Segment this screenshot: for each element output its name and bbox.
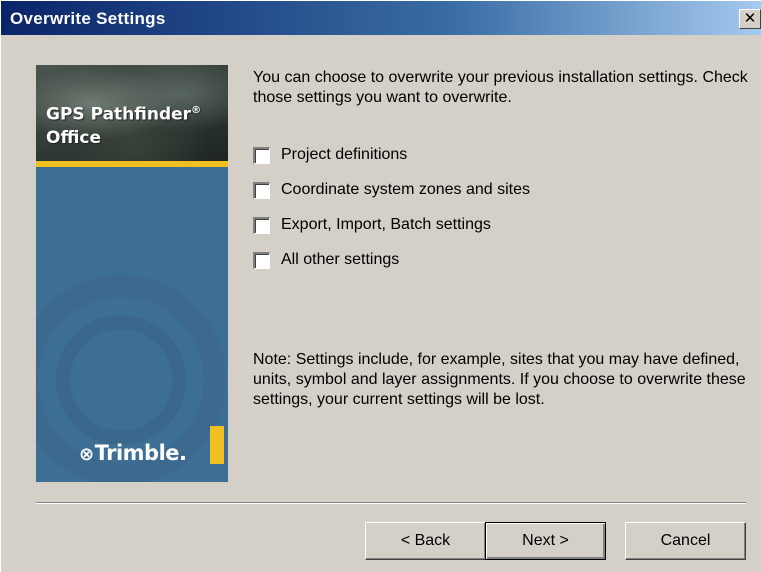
option-all-other[interactable]: All other settings <box>253 250 530 285</box>
title-bar[interactable]: Overwrite Settings ✕ <box>1 1 761 35</box>
product-banner: GPS Pathfinder® Office ⊗Trimble. <box>36 65 228 482</box>
product-name-line2: Office <box>46 127 102 148</box>
option-export-import-batch[interactable]: Export, Import, Batch settings <box>253 215 530 250</box>
note-text: Note: Settings include, for example, sit… <box>253 351 746 408</box>
close-icon[interactable]: ✕ <box>739 9 761 29</box>
trimble-logo-text: Trimble. <box>94 441 187 465</box>
option-label[interactable]: Export, Import, Batch settings <box>281 215 491 235</box>
option-label[interactable]: All other settings <box>281 250 399 270</box>
checkbox[interactable] <box>253 147 270 164</box>
cancel-button[interactable]: Cancel <box>625 522 746 560</box>
registered-mark: ® <box>191 105 202 116</box>
trimble-logo-icon: ⊗ <box>79 444 94 465</box>
banner-accent-bar <box>210 426 224 464</box>
overwrite-settings-dialog: Overwrite Settings ✕ GPS Pathfinder® Off… <box>0 0 761 572</box>
checkbox[interactable] <box>253 182 270 199</box>
option-project-definitions[interactable]: Project definitions <box>253 145 530 180</box>
product-name-line1: GPS Pathfinder <box>46 104 192 125</box>
window-title: Overwrite Settings <box>10 9 166 28</box>
option-label[interactable]: Coordinate system zones and sites <box>281 180 530 200</box>
next-button[interactable]: Next > <box>485 522 606 560</box>
intro-text: You can choose to overwrite your previou… <box>253 69 748 106</box>
checkbox[interactable] <box>253 252 270 269</box>
product-name: GPS Pathfinder® Office <box>46 99 201 150</box>
trimble-logo: ⊗Trimble. <box>79 441 187 465</box>
option-coordinate-system[interactable]: Coordinate system zones and sites <box>253 180 530 215</box>
banner-accent-stripe <box>36 161 228 167</box>
divider <box>36 502 746 504</box>
checkbox[interactable] <box>253 217 270 234</box>
option-label[interactable]: Project definitions <box>281 145 407 165</box>
settings-checklist: Project definitions Coordinate system zo… <box>253 145 530 285</box>
back-button[interactable]: < Back <box>365 522 486 560</box>
globe-graphic-inner <box>56 315 186 445</box>
